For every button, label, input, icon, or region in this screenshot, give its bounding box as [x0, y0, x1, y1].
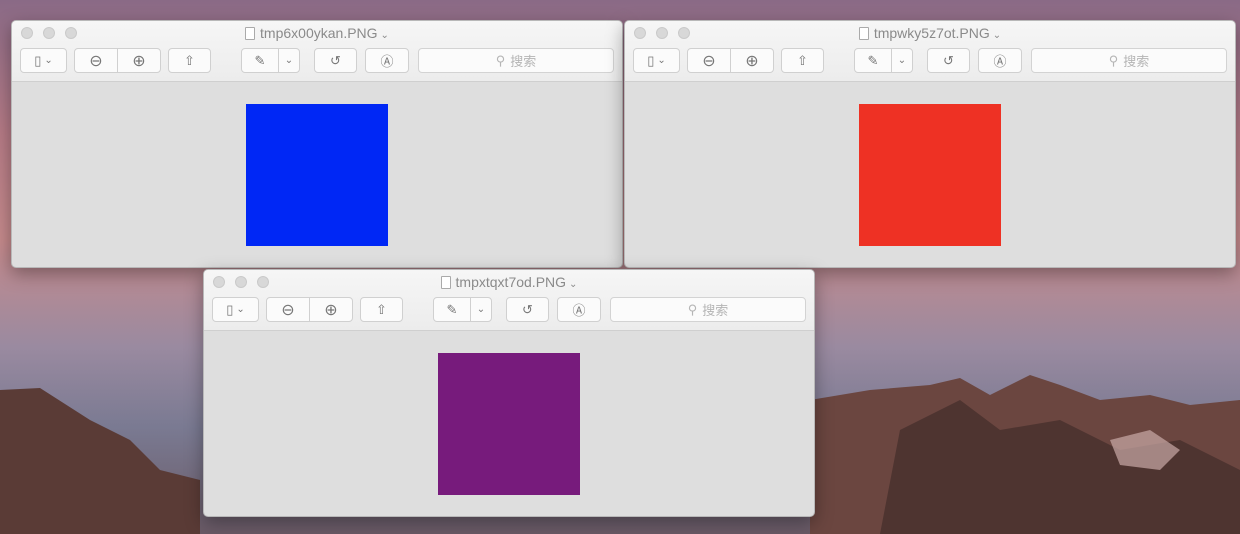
document-icon	[858, 27, 869, 40]
annotate-button[interactable]: Ⓐ	[978, 48, 1022, 73]
toolbar: tmpwky5z7ot.PNG ⌄ ▯ ⌄ ⊖ ⊕ ⇧ ✎ ⌄ ↺ Ⓐ ⚲ 搜索	[625, 21, 1235, 82]
window-title[interactable]: tmpxtqxt7od.PNG ⌄	[204, 274, 814, 290]
chevron-down-icon: ⌄	[657, 55, 666, 66]
chevron-down-icon: ⌄	[897, 55, 907, 66]
document-icon	[440, 276, 451, 289]
chevron-down-icon: ⌄	[992, 30, 1002, 41]
zoom-out-button[interactable]: ⊖	[74, 48, 118, 73]
toolbar: tmpxtqxt7od.PNG ⌄ ▯ ⌄ ⊖ ⊕ ⇧ ✎ ⌄ ↺ Ⓐ ⚲ 搜索	[204, 270, 814, 331]
chevron-down-icon: ⌄	[236, 304, 245, 315]
markup-button[interactable]: ✎	[241, 48, 279, 73]
zoom-in-icon: ⊕	[324, 301, 338, 319]
zoom-in-button[interactable]: ⊕	[309, 297, 353, 322]
annotate-button[interactable]: Ⓐ	[365, 48, 409, 73]
search-icon: ⚲	[495, 52, 506, 68]
document-icon	[245, 27, 256, 40]
search-input[interactable]: ⚲ 搜索	[610, 297, 806, 322]
search-icon: ⚲	[687, 301, 698, 317]
image-square	[438, 353, 580, 495]
share-icon: ⇧	[797, 52, 808, 68]
search-placeholder: 搜索	[510, 54, 537, 69]
zoom-in-button[interactable]: ⊕	[730, 48, 774, 73]
markup-button[interactable]: ✎	[854, 48, 892, 73]
sidebar-icon: ▯	[226, 301, 234, 317]
markup-menu-button[interactable]: ⌄	[891, 48, 913, 73]
sidebar-button[interactable]: ▯ ⌄	[633, 48, 680, 73]
pen-icon: ✎	[254, 52, 266, 68]
zoom-out-button[interactable]: ⊖	[687, 48, 731, 73]
markup-menu-button[interactable]: ⌄	[278, 48, 300, 73]
chevron-down-icon: ⌄	[44, 55, 53, 66]
rotate-button[interactable]: ↺	[927, 48, 970, 73]
sidebar-icon: ▯	[34, 52, 42, 68]
chevron-down-icon: ⌄	[284, 55, 294, 66]
sidebar-button[interactable]: ▯ ⌄	[20, 48, 67, 73]
share-button[interactable]: ⇧	[168, 48, 211, 73]
rotate-icon: ↺	[943, 52, 954, 68]
share-button[interactable]: ⇧	[781, 48, 824, 73]
rotate-button[interactable]: ↺	[506, 297, 549, 322]
zoom-out-icon: ⊖	[702, 52, 716, 70]
zoom-out-icon: ⊖	[281, 301, 295, 319]
markup-button[interactable]: ✎	[433, 297, 471, 322]
image-square	[246, 104, 388, 246]
preview-window: tmpwky5z7ot.PNG ⌄ ▯ ⌄ ⊖ ⊕ ⇧ ✎ ⌄ ↺ Ⓐ ⚲ 搜索	[624, 20, 1236, 268]
search-placeholder: 搜索	[702, 303, 729, 318]
zoom-out-button[interactable]: ⊖	[266, 297, 310, 322]
window-title[interactable]: tmp6x00ykan.PNG ⌄	[12, 25, 622, 41]
image-square	[859, 104, 1001, 246]
rotate-button[interactable]: ↺	[314, 48, 357, 73]
annotate-icon: Ⓐ	[572, 303, 586, 318]
title-text: tmpwky5z7ot.PNG	[873, 25, 990, 41]
rotate-icon: ↺	[330, 52, 341, 68]
rotate-icon: ↺	[522, 301, 533, 317]
share-icon: ⇧	[376, 301, 387, 317]
sidebar-icon: ▯	[647, 52, 655, 68]
preview-window: tmpxtqxt7od.PNG ⌄ ▯ ⌄ ⊖ ⊕ ⇧ ✎ ⌄ ↺ Ⓐ ⚲ 搜索	[203, 269, 815, 517]
chevron-down-icon: ⌄	[380, 30, 389, 41]
markup-menu-button[interactable]: ⌄	[470, 297, 492, 322]
window-title[interactable]: tmpwky5z7ot.PNG ⌄	[625, 25, 1235, 41]
sidebar-button[interactable]: ▯ ⌄	[212, 297, 259, 322]
share-button[interactable]: ⇧	[360, 297, 403, 322]
chevron-down-icon: ⌄	[476, 304, 486, 315]
toolbar: tmp6x00ykan.PNG ⌄ ▯ ⌄ ⊖ ⊕ ⇧ ✎ ⌄ ↺ Ⓐ ⚲ 搜索	[12, 21, 622, 82]
zoom-out-icon: ⊖	[89, 52, 103, 70]
zoom-in-button[interactable]: ⊕	[117, 48, 161, 73]
search-input[interactable]: ⚲ 搜索	[418, 48, 614, 73]
pen-icon: ✎	[446, 301, 458, 317]
title-text: tmp6x00ykan.PNG	[260, 25, 378, 41]
pen-icon: ✎	[867, 52, 879, 68]
zoom-in-icon: ⊕	[745, 52, 759, 70]
search-input[interactable]: ⚲ 搜索	[1031, 48, 1227, 73]
search-icon: ⚲	[1108, 52, 1119, 68]
zoom-in-icon: ⊕	[132, 52, 146, 70]
title-text: tmpxtqxt7od.PNG	[455, 274, 567, 290]
annotate-icon: Ⓐ	[380, 54, 394, 69]
search-placeholder: 搜索	[1123, 54, 1150, 69]
annotate-button[interactable]: Ⓐ	[557, 297, 601, 322]
share-icon: ⇧	[184, 52, 195, 68]
annotate-icon: Ⓐ	[993, 54, 1007, 69]
chevron-down-icon: ⌄	[569, 279, 578, 290]
preview-window: tmp6x00ykan.PNG ⌄ ▯ ⌄ ⊖ ⊕ ⇧ ✎ ⌄ ↺ Ⓐ ⚲ 搜索	[11, 20, 623, 268]
